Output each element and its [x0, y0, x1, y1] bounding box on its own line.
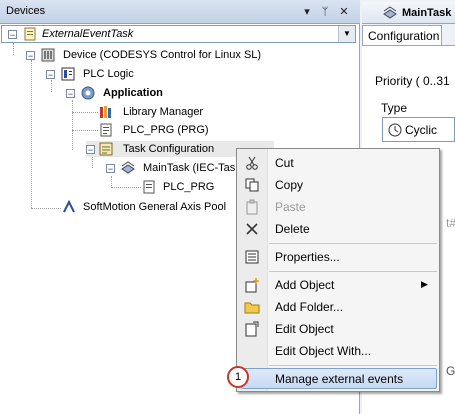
interval-partial-text: t#2	[446, 216, 455, 230]
collapse-icon[interactable]: −	[46, 70, 55, 80]
tree-connector	[92, 156, 93, 168]
collapse-icon[interactable]: −	[66, 89, 75, 99]
collapse-icon[interactable]: −	[86, 145, 95, 155]
tree-connector	[31, 208, 61, 209]
program-icon	[100, 123, 112, 137]
menu-item-cut[interactable]: Cut	[237, 152, 439, 174]
menu-item-copy[interactable]: Copy	[237, 174, 439, 196]
properties-icon	[245, 250, 259, 264]
priority-label: Priority ( 0..31	[375, 74, 450, 88]
tab-label: Configuration	[368, 29, 440, 43]
delete-x-icon	[246, 223, 258, 235]
root-project-name: ExternalEventTask	[42, 28, 134, 40]
add-object-icon	[245, 278, 259, 293]
menu-separator	[269, 271, 437, 272]
menu-item-label: Properties...	[275, 250, 340, 264]
tree-connector	[51, 80, 52, 92]
tree-connector	[31, 60, 32, 208]
tree-node-label: Task Configuration	[123, 143, 215, 155]
menu-item-label: Edit Object	[275, 322, 334, 336]
menu-item-delete[interactable]: Delete	[237, 218, 439, 240]
axis-pool-icon	[63, 199, 75, 213]
edit-object-icon	[245, 321, 259, 337]
menu-item-label: Copy	[275, 178, 304, 192]
devices-panel-title: Devices	[6, 5, 46, 17]
callout-number: 1	[234, 371, 242, 383]
task-icon	[121, 161, 135, 174]
devices-root-selector[interactable]: − ExternalEventTask ▼	[1, 25, 356, 43]
pin-icon[interactable]: ᛘ	[318, 5, 332, 19]
paste-icon	[246, 199, 258, 215]
type-label: Type	[381, 101, 408, 115]
type-select[interactable]: Cyclic	[382, 117, 455, 142]
tree-connector	[72, 100, 73, 150]
menu-item-edit-object[interactable]: Edit Object	[237, 318, 439, 340]
library-icon	[100, 106, 111, 118]
menu-item-label: Edit Object With...	[275, 344, 372, 358]
menu-separator	[269, 365, 437, 366]
submenu-arrow-icon: ▶	[421, 279, 428, 289]
collapse-icon[interactable]: −	[8, 30, 17, 40]
partial-text: G	[446, 364, 455, 378]
tree-node-label: Device (CODESYS Control for Linux SL)	[63, 49, 262, 61]
tree-node-label: PLC_PRG	[163, 181, 215, 193]
menu-item-label: Add Object	[275, 278, 335, 292]
tree-node-label: PLC_PRG (PRG)	[123, 124, 209, 136]
tree-node-label: Library Manager	[123, 106, 204, 118]
collapse-icon[interactable]: −	[106, 164, 115, 174]
application-gear-icon	[81, 86, 95, 100]
step-callout-badge: 1	[227, 366, 249, 388]
menu-item-paste[interactable]: Paste	[237, 196, 439, 218]
program-call-icon	[143, 180, 155, 194]
menu-item-add-folder[interactable]: Add Folder...	[237, 296, 439, 318]
copy-icon	[245, 178, 259, 192]
menu-item-properties[interactable]: Properties...	[237, 246, 439, 268]
clock-icon	[388, 123, 402, 137]
scissors-icon	[246, 156, 258, 170]
panel-menu-icon[interactable]: ▾	[300, 5, 314, 19]
tree-node-label: Application	[103, 87, 163, 99]
editor-tab-maintask[interactable]: MainTask	[362, 2, 455, 24]
tree-node-label: MainTask (IEC-Task	[143, 162, 241, 174]
menu-item-label: Paste	[275, 200, 306, 214]
devices-panel-header: Devices ▾ ᛘ ✕	[0, 0, 360, 24]
tab-configuration[interactable]: Configuration	[362, 25, 442, 45]
chevron-down-icon[interactable]: ▼	[338, 26, 355, 42]
menu-item-label: Add Folder...	[275, 300, 344, 314]
context-menu: Cut Copy Paste Delete Properties... Add …	[236, 148, 440, 392]
menu-item-edit-object-with[interactable]: Edit Object With...	[237, 340, 439, 362]
tree-connector	[13, 43, 14, 55]
editor-tab-label: MainTask	[402, 7, 452, 19]
menu-item-label: Delete	[275, 222, 310, 236]
tree-node-label: PLC Logic	[83, 68, 134, 80]
tree-node-label: SoftMotion General Axis Pool	[83, 201, 227, 213]
menu-item-manage-external-events[interactable]: Manage external events	[241, 368, 437, 389]
close-icon[interactable]: ✕	[337, 5, 351, 19]
task-configuration-icon	[99, 142, 113, 156]
device-icon	[41, 48, 55, 62]
menu-separator	[269, 243, 437, 244]
menu-item-label: Cut	[275, 156, 294, 170]
tree-connector	[72, 130, 98, 131]
plc-logic-icon	[61, 67, 75, 81]
collapse-icon[interactable]: −	[26, 51, 35, 61]
tree-connector	[72, 112, 98, 113]
task-icon	[383, 6, 397, 19]
folder-icon	[244, 302, 260, 314]
project-icon	[24, 27, 36, 41]
menu-item-label: Manage external events	[275, 372, 404, 386]
menu-item-add-object[interactable]: Add Object ▶	[237, 274, 439, 296]
type-select-value: Cyclic	[405, 123, 437, 137]
tree-connector	[111, 187, 141, 188]
